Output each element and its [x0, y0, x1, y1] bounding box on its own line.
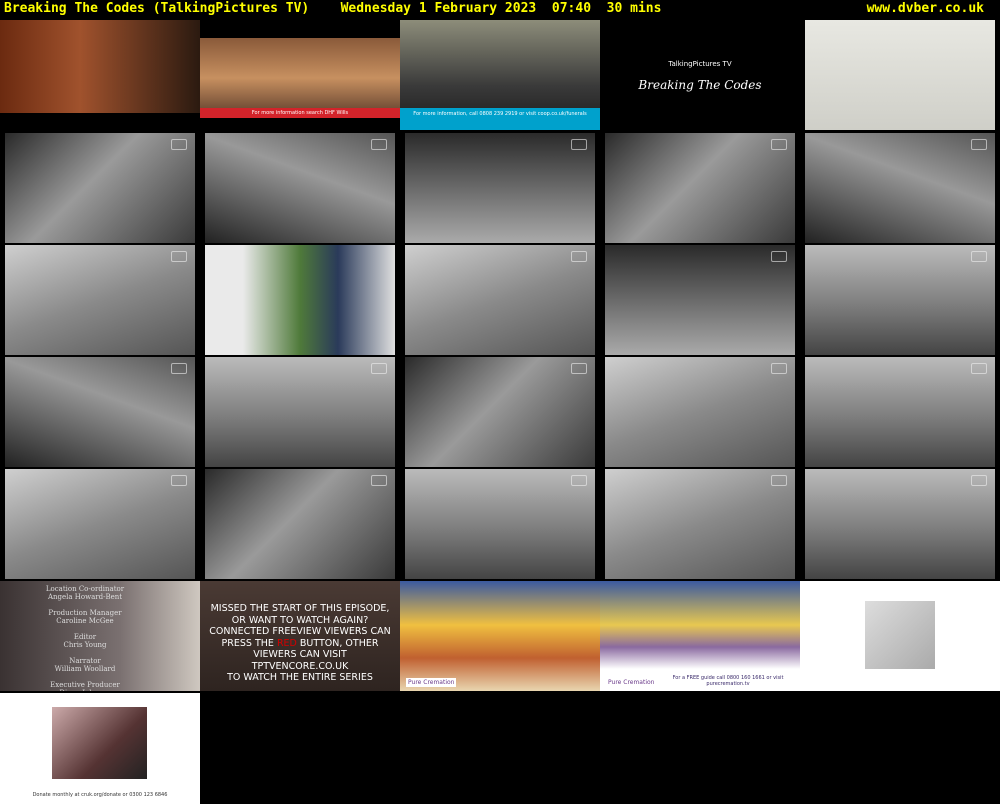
site-link[interactable]: www.dvber.co.uk: [867, 1, 984, 16]
channel-logo-icon: [171, 363, 187, 374]
thumbnail-27-missed-notice[interactable]: MISSED THE START OF THIS EPISODE, OR WAN…: [200, 581, 400, 691]
channel-logo-icon: [171, 139, 187, 150]
notice-line: PRESS THE: [221, 637, 277, 649]
notice-line: BUTTON, OTHER: [296, 637, 379, 649]
notice-line: CONNECTED FREEVIEW VIEWERS CAN: [209, 626, 391, 637]
channel-logo-icon: [571, 139, 587, 150]
channel-logo-icon: [771, 475, 787, 486]
catch-up-notice: MISSED THE START OF THIS EPISODE, OR WAN…: [206, 603, 394, 684]
channel-ident-label: TalkingPictures TV: [668, 60, 732, 68]
header-title-and-time: Breaking The Codes (TalkingPictures TV) …: [4, 1, 661, 16]
thumbnail-18[interactable]: [405, 357, 595, 467]
coop-info-bar: For more information, call 0808 239 2919…: [400, 108, 600, 130]
thumbnail-3-ad[interactable]: For more information, call 0808 239 2919…: [400, 20, 600, 130]
thumbnail-11[interactable]: [5, 245, 195, 355]
credit-line: William Woollard: [54, 665, 116, 673]
thumbnail-19[interactable]: [605, 357, 795, 467]
channel-logo-icon: [571, 363, 587, 374]
thumbnail-15[interactable]: [805, 245, 995, 355]
credit-line: Diana Johnson: [30, 689, 140, 691]
credit-line: Chris Young: [63, 641, 107, 649]
donate-text: Donate monthly at cruk.org/donate or 030…: [32, 792, 168, 798]
pure-cremation-logo: Pure Cremation: [406, 678, 457, 687]
header-bar: Breaking The Codes (TalkingPictures TV) …: [0, 0, 1000, 20]
thumbnail-6[interactable]: [5, 133, 195, 243]
channel-logo-icon: [971, 363, 987, 374]
charity-photo: [52, 707, 147, 779]
thumbnail-26-credits[interactable]: Location Co-ordinator Angela Howard-Bent …: [0, 581, 200, 691]
channel-logo-icon: [971, 139, 987, 150]
credit-line: Caroline McGee: [56, 617, 114, 625]
programme-title: Breaking The Codes (TalkingPictures TV): [4, 1, 310, 16]
channel-logo-icon: [571, 475, 587, 486]
red-button-word: RED: [276, 637, 297, 649]
channel-logo-icon: [771, 363, 787, 374]
credit-line: [30, 625, 140, 633]
cremation-call-text: For a FREE guide call 0800 160 1661 or v…: [672, 675, 784, 687]
channel-logo-icon: [171, 251, 187, 262]
channel-logo-icon: [771, 251, 787, 262]
channel-logo-icon: [371, 475, 387, 486]
channel-logo-icon: [971, 251, 987, 262]
thumbnail-16[interactable]: [5, 357, 195, 467]
thumbnail-20[interactable]: [805, 357, 995, 467]
thumbnail-5-document[interactable]: [805, 20, 995, 130]
credit-line: Production Manager: [48, 609, 122, 617]
channel-logo-icon: [171, 475, 187, 486]
credit-line: Editor: [73, 633, 97, 641]
thumbnail-31-charity[interactable]: Donate monthly at cruk.org/donate or 030…: [0, 693, 200, 804]
thumbnail-4-ident[interactable]: TalkingPictures TV Breaking The Codes: [600, 20, 800, 130]
credit-line: [30, 673, 140, 681]
thumbnail-29-cremation-ad[interactable]: Pure Cremation For a FREE guide call 080…: [600, 581, 800, 691]
end-credits: Location Co-ordinator Angela Howard-Bent …: [30, 585, 140, 691]
thumbnail-22[interactable]: [205, 469, 395, 579]
thumbnail-17[interactable]: [205, 357, 395, 467]
notice-line: MISSED THE START OF THIS EPISODE,: [210, 603, 390, 614]
ident-programme-title: Breaking The Codes: [638, 78, 762, 92]
thumbnail-13[interactable]: [405, 245, 595, 355]
thumbnail-9[interactable]: [605, 133, 795, 243]
notice-line: OR WANT TO WATCH AGAIN?: [231, 614, 369, 626]
thumbnail-24[interactable]: [605, 469, 795, 579]
channel-logo-icon: [971, 475, 987, 486]
credit-line: [30, 601, 140, 609]
channel-logo-icon: [571, 251, 587, 262]
thumbnail-1[interactable]: [0, 20, 200, 113]
thumbnail-25[interactable]: [805, 469, 995, 579]
channel-logo-icon: [771, 139, 787, 150]
thumbnail-12-presenter[interactable]: [205, 245, 395, 355]
channel-logo-icon: [371, 363, 387, 374]
notice-line: VIEWERS CAN VISIT TPTVENCORE.CO.UK: [251, 649, 349, 672]
thumbnail-14[interactable]: [605, 245, 795, 355]
ad-info-bar: For more information search DHF Wills: [200, 108, 400, 118]
credit-line: Narrator: [69, 657, 101, 665]
credit-line: [30, 649, 140, 657]
credit-line: Angela Howard-Bent: [47, 593, 123, 601]
charity-photo: [865, 601, 935, 669]
broadcast-datetime: Wednesday 1 February 2023 07:40 30 mins: [340, 1, 662, 16]
thumbnail-2-ad[interactable]: For more information search DHF Wills: [200, 38, 400, 118]
thumbnail-8[interactable]: [405, 133, 595, 243]
thumbnail-21[interactable]: [5, 469, 195, 579]
notice-line: TO WATCH THE ENTIRE SERIES: [227, 672, 373, 683]
thumbnail-30-charity[interactable]: [800, 581, 1000, 691]
channel-logo-icon: [371, 139, 387, 150]
thumbnail-7[interactable]: [205, 133, 395, 243]
credit-line: Location Co-ordinator: [45, 585, 125, 593]
thumbnail-28-cremation-ad[interactable]: Pure Cremation: [400, 581, 600, 691]
thumbnail-10[interactable]: [805, 133, 995, 243]
thumbnail-23[interactable]: [405, 469, 595, 579]
credit-line: Executive Producer: [50, 681, 120, 689]
pure-cremation-logo: Pure Cremation: [606, 678, 657, 687]
